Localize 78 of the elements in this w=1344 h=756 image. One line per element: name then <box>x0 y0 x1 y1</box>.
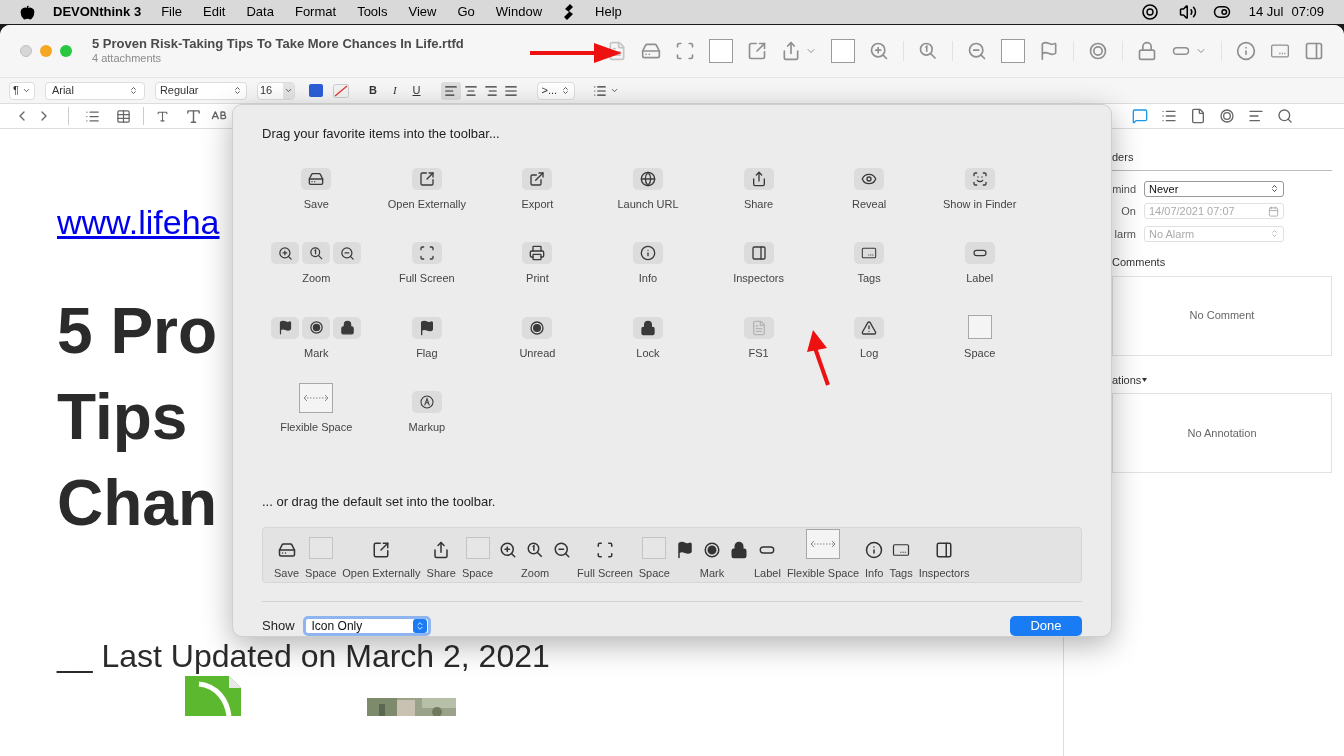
menu-item[interactable]: View <box>408 2 437 22</box>
toolbar-item-label: Info <box>638 271 658 286</box>
paragraph-popup[interactable]: ¶ <box>9 81 35 100</box>
toolbar-item-label: Space <box>964 345 996 361</box>
field-label: mind <box>1112 181 1136 197</box>
menu-item[interactable]: Data <box>246 2 274 22</box>
toolbar-item-label: Open Externally <box>342 565 421 581</box>
toolbar-item-label: Launch URL <box>617 196 679 212</box>
toolbar-item-label: Save <box>274 565 300 581</box>
underline-button[interactable]: U <box>412 82 421 99</box>
toolbar-item-label: Flexible Space <box>280 420 353 435</box>
done-button[interactable]: Done <box>1010 616 1082 636</box>
heading-line: 5 Pro <box>57 294 218 369</box>
toolbar-item-label: Space <box>305 565 337 581</box>
toolbar-item-label: Show in Finder <box>943 196 1017 212</box>
annotation-box[interactable]: No Annotation <box>1112 393 1332 473</box>
toolbar-item-label: Zoom <box>521 565 550 581</box>
menu-date[interactable]: 14 Jul <box>1248 2 1284 22</box>
popup-field[interactable]: Never <box>1144 180 1284 197</box>
default-set-panel[interactable]: Save Space Open Externally Share Space Zoom Full Screen Space Mark Label Flexible Space Info Tags Inspectors <box>262 527 1082 583</box>
toolbar-item-label: Space <box>638 565 670 581</box>
toolbar-item-label: Space <box>461 565 494 581</box>
toolbar-item-label: Markup <box>408 420 446 435</box>
field-label: On <box>1120 204 1136 219</box>
heading-line: Tips <box>57 380 188 455</box>
toolbar-item-label: Unread <box>519 345 556 361</box>
window-title: 5 Proven Risk-Taking Tips To Take More Chances In Life.rtfd <box>92 36 465 53</box>
toolbar-item-label: Label <box>753 565 781 581</box>
section-heading: Comments <box>1112 255 1167 270</box>
comment-box[interactable]: No Comment <box>1112 275 1332 356</box>
toolbar-item-label: Label <box>966 271 994 286</box>
toolbar-item-label: Flexible Space <box>786 565 860 581</box>
menu-time[interactable]: 07:09 <box>1291 2 1324 22</box>
bold-button[interactable]: B <box>368 82 377 99</box>
toolbar-item-label: FS1 <box>748 345 769 361</box>
show-popup[interactable]: Icon Only <box>302 616 431 636</box>
menu-item[interactable]: Window <box>495 2 543 22</box>
toolbar-item-label: Log <box>859 345 879 361</box>
section-heading: ations <box>1112 372 1142 388</box>
toolbar-item-label: Full Screen <box>399 271 455 286</box>
field-label: larm <box>1113 226 1136 242</box>
menu-item[interactable]: Format <box>294 2 337 22</box>
menu-item[interactable]: Edit <box>203 2 226 22</box>
toolbar-item-label: Zoom <box>302 271 331 286</box>
toolbar-item-label: Inspectors <box>733 271 784 286</box>
toolbar-item-label: Info <box>865 565 884 581</box>
section-heading: ders <box>1112 149 1332 171</box>
menu-item[interactable]: Help <box>595 2 622 22</box>
size-combo[interactable]: 16 <box>256 81 295 100</box>
show-label: Show <box>262 617 295 636</box>
toolbar-item-label: Print <box>526 271 549 286</box>
toolbar-item-label: Export <box>521 196 554 212</box>
toolbar-item-label: Mark <box>699 565 725 581</box>
toolbar-item-label: Tags <box>889 565 913 581</box>
menu-item[interactable]: Go <box>457 2 475 22</box>
updated-line: __ Last Updated on March 2, 2021 <box>57 638 550 674</box>
toolbar-item-label: Mark <box>304 345 329 361</box>
toolbar-item-label: Lock <box>636 345 660 361</box>
toolbar-item-label: Share <box>743 196 774 212</box>
sheet-instructions: Drag your favorite items into the toolbar... <box>262 125 501 143</box>
heading-line: Chan <box>57 466 217 541</box>
toolbar-item-label: Save <box>303 196 329 212</box>
default-set-instructions: ... or drag the default set into the toolbar. <box>262 492 497 511</box>
toolbar-item-label: Tags <box>857 271 881 286</box>
toolbar-item-label: Open Externally <box>387 196 466 212</box>
italic-button[interactable]: I <box>392 82 397 99</box>
menu-item[interactable]: Tools <box>357 2 388 22</box>
toolbar-item-label: Reveal <box>852 196 887 212</box>
spacing-popup[interactable]: >... <box>536 81 576 100</box>
style-popup[interactable]: Regular <box>154 81 247 100</box>
toolbar-item-label: Flag <box>416 345 438 361</box>
app-menu[interactable]: DEVONthink 3 <box>53 2 142 22</box>
toolbar-item-label: Full Screen <box>577 565 633 581</box>
toolbar-item-label: Inspectors <box>918 565 970 581</box>
menu-item[interactable]: File <box>161 2 183 22</box>
font-popup[interactable]: Arial <box>44 81 145 100</box>
window-subtitle: 4 attachments <box>92 52 163 66</box>
toolbar-item-label: Share <box>426 565 456 581</box>
